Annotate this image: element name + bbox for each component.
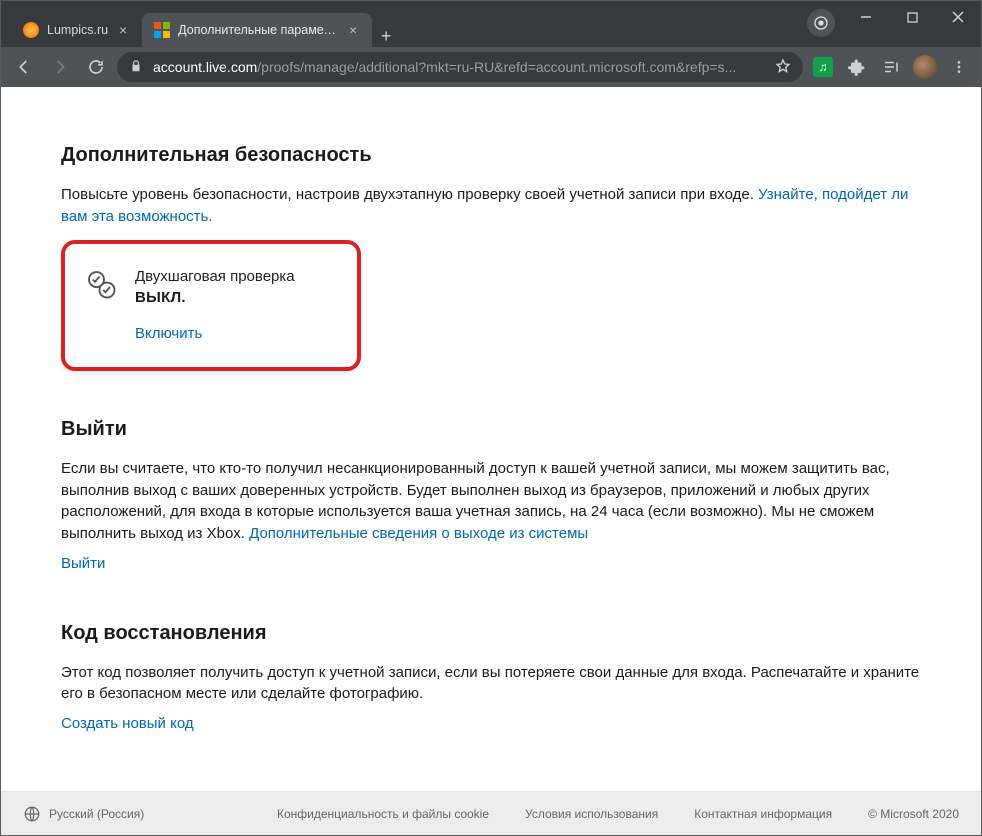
two-step-verification-card: Двухшаговая проверка ВЫКЛ. Включить — [61, 240, 361, 371]
footer-copyright: © Microsoft 2020 — [868, 807, 959, 821]
recovery-description: Этот код позволяет получить доступ к уче… — [61, 662, 921, 706]
page-footer: Русский (Россия) Конфиденциальность и фа… — [1, 791, 981, 835]
heading-signout: Выйти — [61, 415, 921, 444]
section-recovery-code: Код восстановления Этот код позволяет по… — [61, 619, 921, 735]
new-tab-button[interactable]: + — [372, 26, 400, 47]
heading-recovery-code: Код восстановления — [61, 619, 921, 648]
language-label: Русский (Россия) — [49, 807, 144, 821]
tab-strip: Lumpics.ru × Дополнительные параметры бе… — [1, 1, 803, 47]
menu-button[interactable] — [945, 53, 973, 81]
address-bar[interactable]: account.live.com/proofs/manage/additiona… — [117, 52, 803, 82]
reload-button[interactable] — [81, 52, 111, 82]
tab-microsoft-account[interactable]: Дополнительные параметры бе × — [142, 13, 372, 47]
back-button[interactable] — [9, 52, 39, 82]
section-additional-security: Дополнительная безопасность Повысьте уро… — [61, 141, 921, 371]
card-title: Двухшаговая проверка — [135, 266, 295, 288]
extensions-button[interactable] — [843, 53, 871, 81]
extension-music-icon[interactable]: ♫ — [809, 53, 837, 81]
footer-terms-link[interactable]: Условия использования — [525, 807, 658, 821]
page-content: Дополнительная безопасность Повысьте уро… — [1, 87, 981, 835]
titlebar: Lumpics.ru × Дополнительные параметры бе… — [1, 1, 981, 47]
create-recovery-code-link[interactable]: Создать новый код — [61, 715, 194, 732]
tab-title: Дополнительные параметры бе — [178, 23, 338, 37]
profile-badge-icon[interactable] — [807, 9, 835, 37]
browser-toolbar: account.live.com/proofs/manage/additiona… — [1, 47, 981, 87]
section-signout: Выйти Если вы считаете, что кто-то получ… — [61, 415, 921, 575]
footer-links: Конфиденциальность и файлы cookie Услови… — [277, 807, 832, 821]
security-description: Повысьте уровень безопасности, настроив … — [61, 184, 921, 228]
tab-title: Lumpics.ru — [47, 23, 108, 37]
tab-lumpics[interactable]: Lumpics.ru × — [11, 13, 142, 47]
microsoft-favicon-icon — [154, 22, 170, 38]
language-selector[interactable]: Русский (Россия) — [23, 805, 144, 823]
globe-icon — [23, 805, 41, 823]
profile-avatar[interactable] — [911, 53, 939, 81]
lumpics-favicon-icon — [23, 22, 39, 38]
maximize-button[interactable] — [889, 1, 935, 33]
forward-button[interactable] — [45, 52, 75, 82]
close-tab-icon[interactable]: × — [116, 23, 130, 37]
window-controls — [843, 1, 981, 47]
minimize-button[interactable] — [843, 1, 889, 33]
lock-icon — [129, 59, 143, 76]
two-step-icon — [83, 266, 119, 345]
signout-description: Если вы считаете, что кто-то получил нес… — [61, 458, 921, 545]
signout-learn-more-link[interactable]: Дополнительные сведения о выходе из сист… — [249, 525, 588, 542]
enable-two-step-link[interactable]: Включить — [135, 325, 202, 342]
heading-additional-security: Дополнительная безопасность — [61, 141, 921, 170]
signout-action-link[interactable]: Выйти — [61, 555, 105, 572]
reading-list-icon[interactable] — [877, 53, 905, 81]
close-tab-icon[interactable]: × — [346, 23, 360, 37]
footer-privacy-link[interactable]: Конфиденциальность и файлы cookie — [277, 807, 489, 821]
browser-window: Lumpics.ru × Дополнительные параметры бе… — [0, 0, 982, 836]
url-text: account.live.com/proofs/manage/additiona… — [153, 59, 765, 75]
footer-contact-link[interactable]: Контактная информация — [694, 807, 832, 821]
close-window-button[interactable] — [935, 1, 981, 33]
bookmark-star-icon[interactable] — [775, 58, 791, 77]
card-status: ВЫКЛ. — [135, 287, 295, 309]
